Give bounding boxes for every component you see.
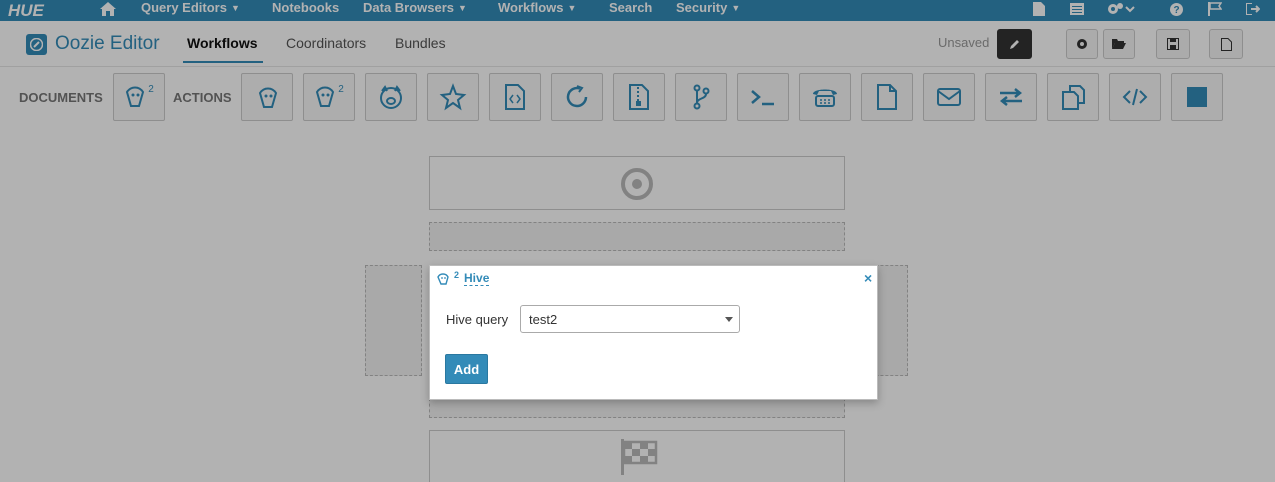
hive-action-popover: 2 Hive × Hive query test2 Add [429, 265, 878, 400]
hive2-icon [437, 273, 449, 285]
popover-title-text: Hive [464, 271, 490, 286]
hive-query-select[interactable]: test2 [520, 305, 740, 333]
add-button[interactable]: Add [445, 354, 488, 384]
hive-query-selected-value: test2 [529, 312, 558, 327]
close-icon[interactable]: × [864, 270, 872, 286]
chevron-down-icon [725, 317, 733, 322]
modal-backdrop[interactable] [0, 0, 1275, 482]
popover-title-superscript: 2 [454, 270, 460, 280]
hive-query-label: Hive query [446, 312, 509, 327]
popover-title: 2 Hive [437, 270, 490, 286]
